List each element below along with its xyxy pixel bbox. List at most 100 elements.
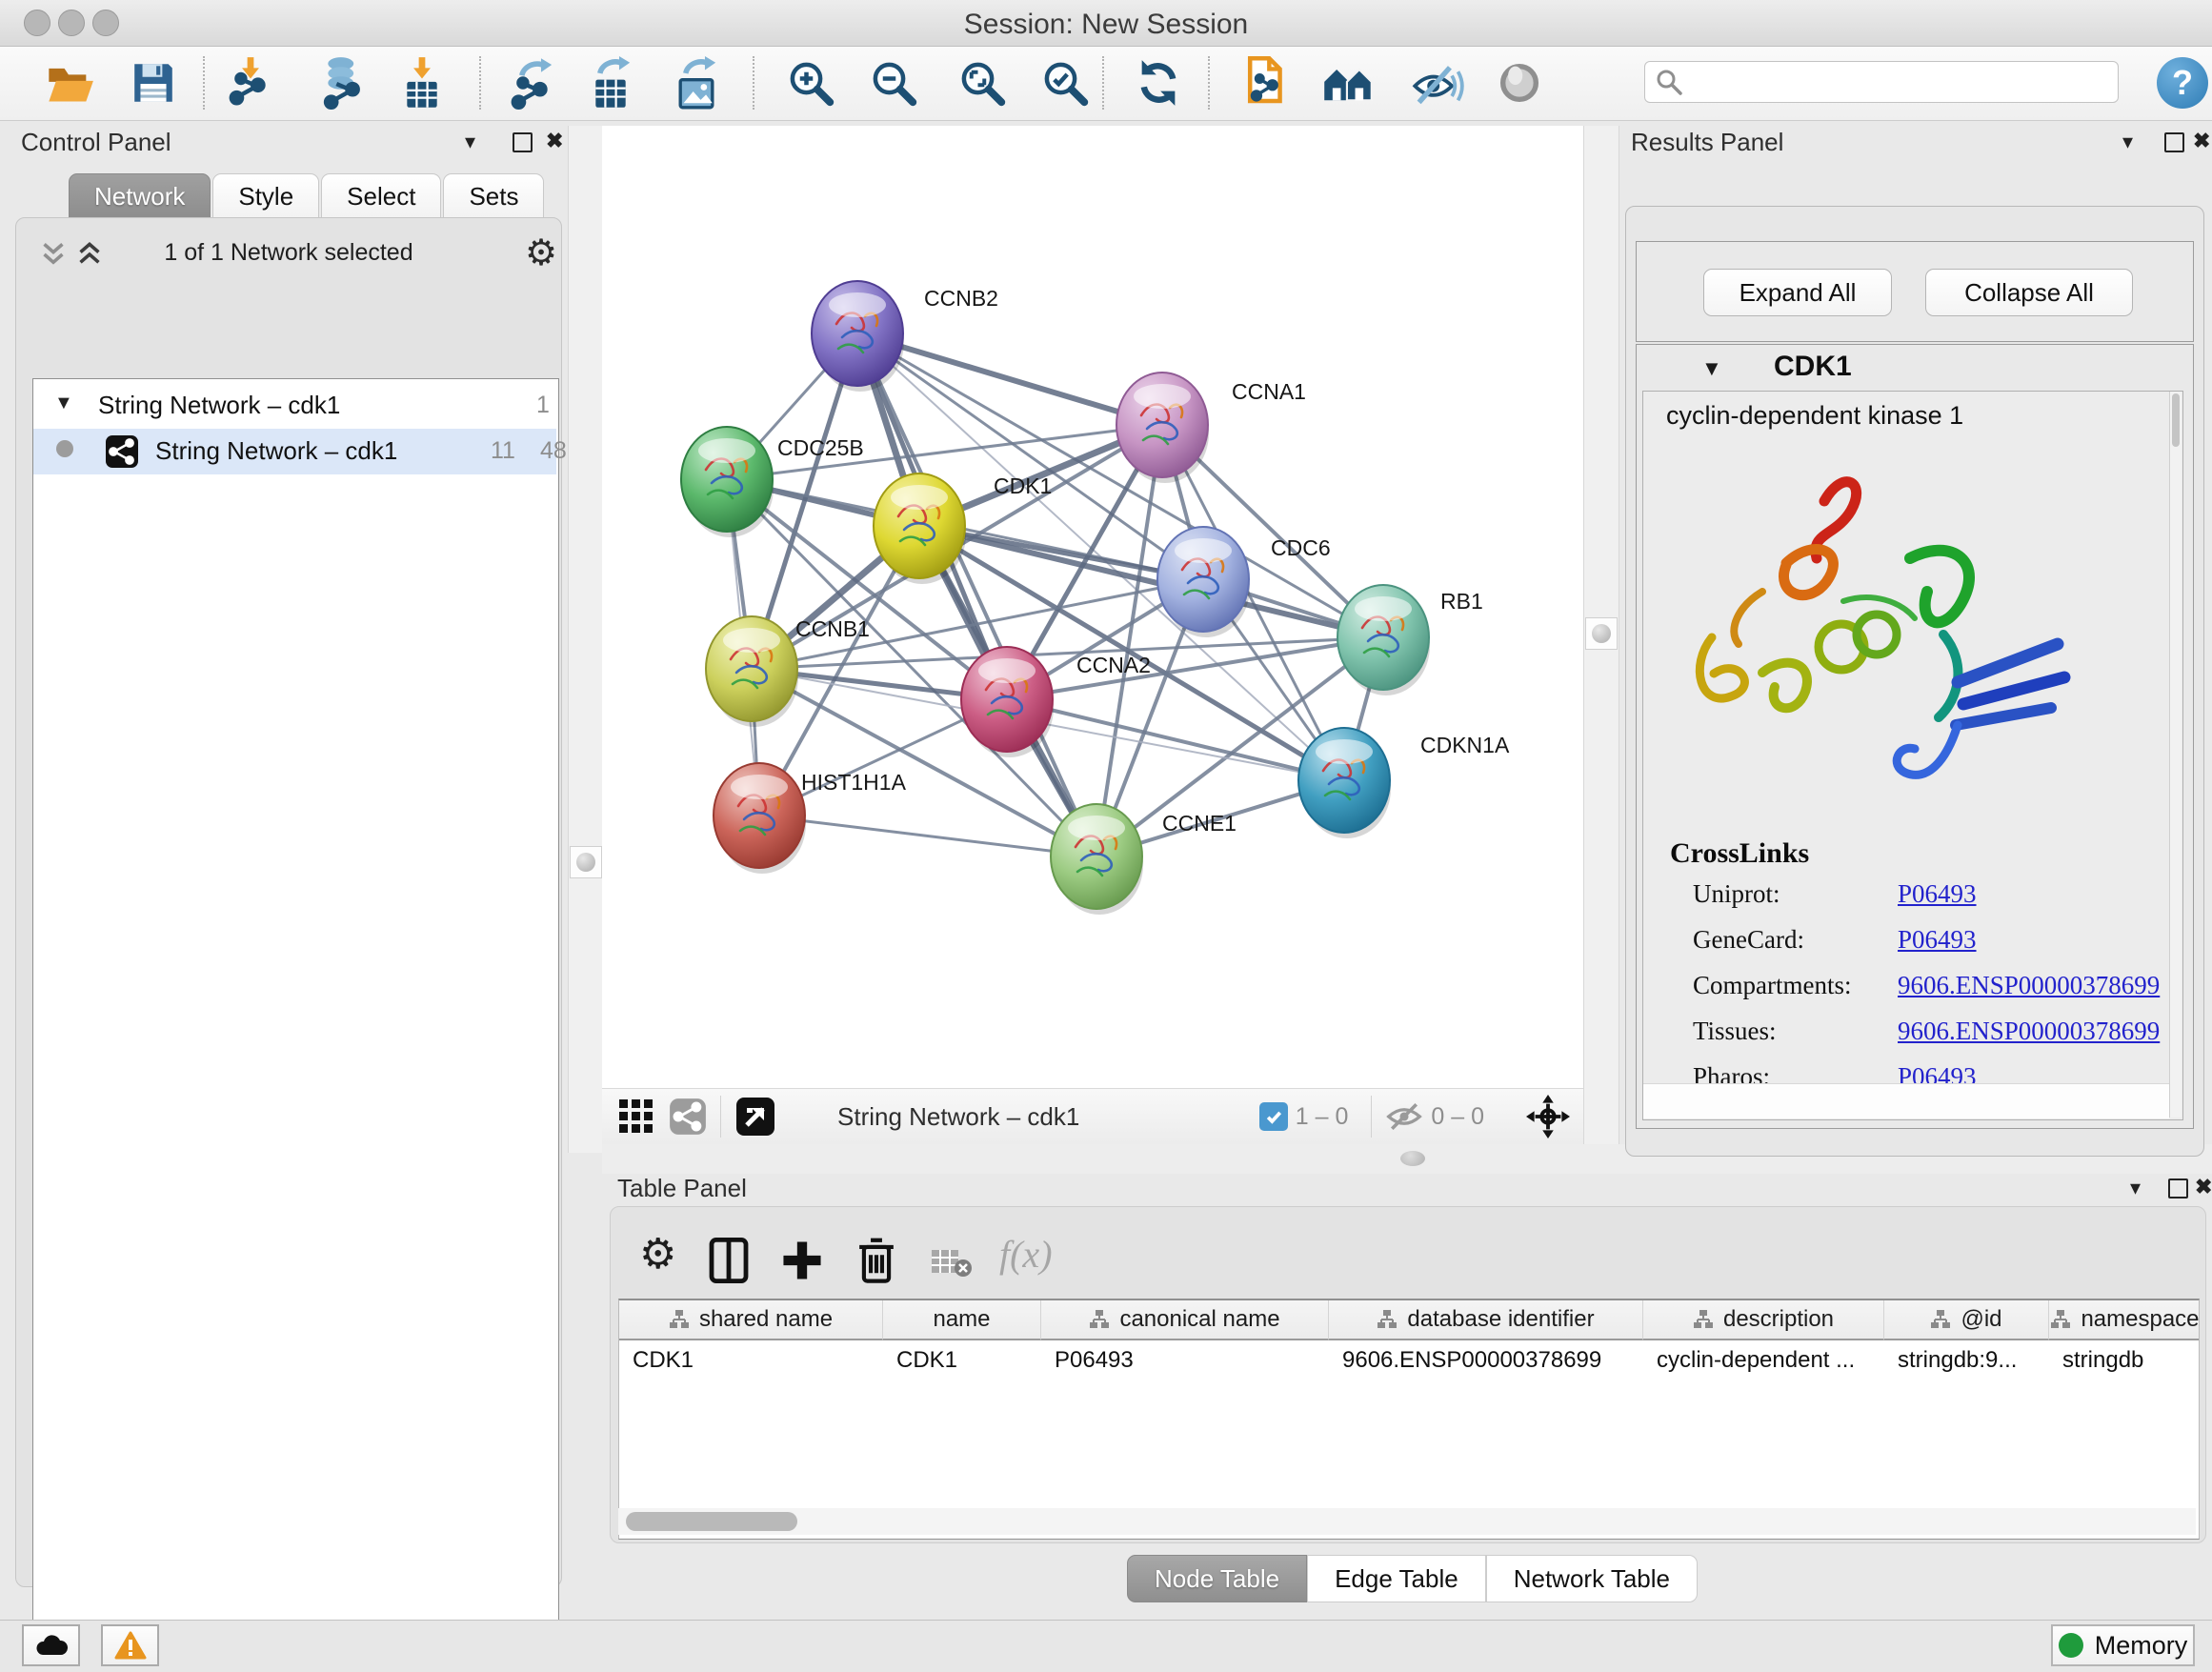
tab-edge-table[interactable]: Edge Table <box>1307 1555 1486 1602</box>
export-image-button[interactable] <box>670 53 723 112</box>
crosslink-value-link[interactable]: 9606.ENSP00000378699 <box>1898 971 2160 1000</box>
crosslink-value-link[interactable]: 9606.ENSP00000378699 <box>1898 1017 2160 1046</box>
crosslink-label: Uniprot: <box>1693 879 1898 909</box>
column-header-canonicalname[interactable]: canonical name <box>1041 1300 1329 1340</box>
crosslink-value-link[interactable]: P06493 <box>1898 925 1977 955</box>
node-HIST1H1A[interactable]: HIST1H1A <box>714 763 907 874</box>
function-builder-icon[interactable]: f(x) <box>999 1232 1053 1277</box>
first-neighbors-button[interactable] <box>1321 53 1375 112</box>
search-field[interactable] <box>1644 61 2119 103</box>
table-cell[interactable]: CDK1 <box>619 1340 883 1380</box>
right-splitter[interactable] <box>1583 126 1619 1153</box>
collapse-all-button[interactable]: Collapse All <box>1925 269 2133 316</box>
zoom-fit-button[interactable] <box>955 53 1009 112</box>
edge-HIST1H1A-CCNE1[interactable] <box>759 816 1096 856</box>
table-cell[interactable]: stringdb <box>2049 1340 2200 1380</box>
section-expander-icon[interactable]: ▼ <box>1701 356 1722 381</box>
grid-view-icon[interactable] <box>617 1098 655 1136</box>
warnings-button[interactable] <box>101 1624 159 1666</box>
search-input[interactable] <box>1683 68 2097 96</box>
add-column-icon[interactable] <box>780 1238 824 1283</box>
save-session-button[interactable] <box>127 53 180 112</box>
table-row[interactable]: CDK1CDK1P064939606.ENSP00000378699cyclin… <box>619 1340 2199 1380</box>
memory-label: Memory <box>2095 1631 2188 1661</box>
column-header-id[interactable]: @id <box>1884 1300 2049 1340</box>
show-graphics-details-button[interactable] <box>1493 53 1546 112</box>
memory-button[interactable]: Memory <box>2051 1624 2195 1666</box>
float-panel-icon[interactable] <box>513 132 533 152</box>
cloud-button[interactable] <box>22 1624 80 1666</box>
expand-all-button[interactable]: Expand All <box>1703 269 1892 316</box>
node-CCNB1[interactable]: CCNB1 <box>706 616 870 727</box>
close-panel-icon[interactable]: ✖ <box>546 129 563 153</box>
tab-node-table[interactable]: Node Table <box>1127 1555 1307 1602</box>
scrollbar-thumb[interactable] <box>2172 393 2180 447</box>
node-RB1[interactable]: RB1 <box>1337 585 1483 695</box>
tab-network[interactable]: Network <box>69 173 211 219</box>
delete-column-icon[interactable] <box>856 1236 896 1283</box>
new-network-from-selection-button[interactable] <box>1239 53 1293 112</box>
scrollbar-thumb[interactable] <box>626 1512 797 1531</box>
splitter-handle[interactable] <box>1400 1151 1425 1166</box>
float-panel-icon[interactable] <box>2168 1178 2188 1199</box>
node-CDC25B[interactable]: CDC25B <box>681 427 864 537</box>
import-network-from-file-button[interactable] <box>224 53 277 112</box>
table-settings-gear-icon[interactable]: ⚙ <box>639 1230 676 1279</box>
close-panel-icon[interactable]: ✖ <box>2193 129 2210 153</box>
tab-network-table[interactable]: Network Table <box>1486 1555 1698 1602</box>
hidden-eye-icon[interactable] <box>1385 1100 1423 1133</box>
column-header-sharedname[interactable]: shared name <box>619 1300 883 1340</box>
node-CCNB2[interactable]: CCNB2 <box>812 281 998 392</box>
left-splitter[interactable] <box>568 126 604 1153</box>
column-header-databaseidentifier[interactable]: database identifier <box>1329 1300 1643 1340</box>
table-cell[interactable]: P06493 <box>1041 1340 1329 1380</box>
gear-icon[interactable]: ⚙ <box>525 232 557 274</box>
results-scrollbar[interactable] <box>2169 392 2182 1118</box>
node-table[interactable]: shared namenamecanonical namedatabase id… <box>618 1299 2200 1540</box>
table-horizontal-scrollbar[interactable] <box>618 1508 2196 1535</box>
node-CDKN1A[interactable]: CDKN1A <box>1298 728 1510 838</box>
panel-menu-icon[interactable]: ▾ <box>2122 130 2133 154</box>
hide-selection-button[interactable] <box>1411 53 1464 112</box>
zoom-out-button[interactable] <box>867 53 920 112</box>
panel-menu-icon[interactable]: ▾ <box>465 130 475 154</box>
node-CCNA2[interactable]: CCNA2 <box>961 647 1151 757</box>
import-network-from-database-button[interactable] <box>316 53 370 112</box>
apply-layout-button[interactable] <box>1132 53 1185 112</box>
close-panel-icon[interactable]: ✖ <box>2195 1175 2212 1199</box>
network-row-selected[interactable]: String Network – cdk1 11 48 <box>33 429 556 474</box>
network-collection-row[interactable]: ▼ String Network – cdk1 1 <box>33 385 556 429</box>
open-session-button[interactable] <box>43 53 96 112</box>
string-view-icon[interactable] <box>669 1098 707 1136</box>
detach-view-icon[interactable] <box>734 1096 776 1138</box>
column-header-description[interactable]: description <box>1643 1300 1884 1340</box>
tab-style[interactable]: Style <box>212 173 319 219</box>
column-header-namespace[interactable]: namespace <box>2049 1300 2200 1340</box>
splitter-handle[interactable] <box>570 846 602 878</box>
node-CCNA1[interactable]: CCNA1 <box>1116 373 1306 483</box>
table-cell[interactable]: CDK1 <box>883 1340 1041 1380</box>
table-cell[interactable]: 9606.ENSP00000378699 <box>1329 1340 1643 1380</box>
collection-expander-icon[interactable]: ▼ <box>54 393 73 414</box>
network-canvas[interactable]: CCNB2CCNA1CDC25BCDK1CDC6RB1CCNB1CCNA2CDK… <box>602 126 1583 1088</box>
column-header-name[interactable]: name <box>883 1300 1041 1340</box>
tab-select[interactable]: Select <box>321 173 441 219</box>
delete-table-icon[interactable] <box>931 1247 973 1278</box>
table-cell[interactable]: stringdb:9... <box>1884 1340 2049 1380</box>
help-button[interactable]: ? <box>2157 57 2208 109</box>
export-network-button[interactable] <box>506 53 559 112</box>
select-columns-icon[interactable] <box>708 1238 750 1283</box>
zoom-in-button[interactable] <box>784 53 837 112</box>
export-table-button[interactable] <box>584 53 637 112</box>
zoom-selected-button[interactable] <box>1038 53 1092 112</box>
splitter-handle[interactable] <box>1585 617 1618 650</box>
float-panel-icon[interactable] <box>2164 132 2184 152</box>
panel-menu-icon[interactable]: ▾ <box>2130 1176 2141 1200</box>
pan-crosshair-icon[interactable] <box>1526 1095 1570 1138</box>
crosslink-value-link[interactable]: P06493 <box>1898 879 1977 909</box>
tab-sets[interactable]: Sets <box>443 173 544 219</box>
selected-checkbox-icon[interactable] <box>1259 1102 1288 1131</box>
network-graph[interactable]: CCNB2CCNA1CDC25BCDK1CDC6RB1CCNB1CCNA2CDK… <box>602 126 1583 1088</box>
import-table-from-file-button[interactable] <box>395 53 449 112</box>
table-cell[interactable]: cyclin-dependent ... <box>1643 1340 1884 1380</box>
